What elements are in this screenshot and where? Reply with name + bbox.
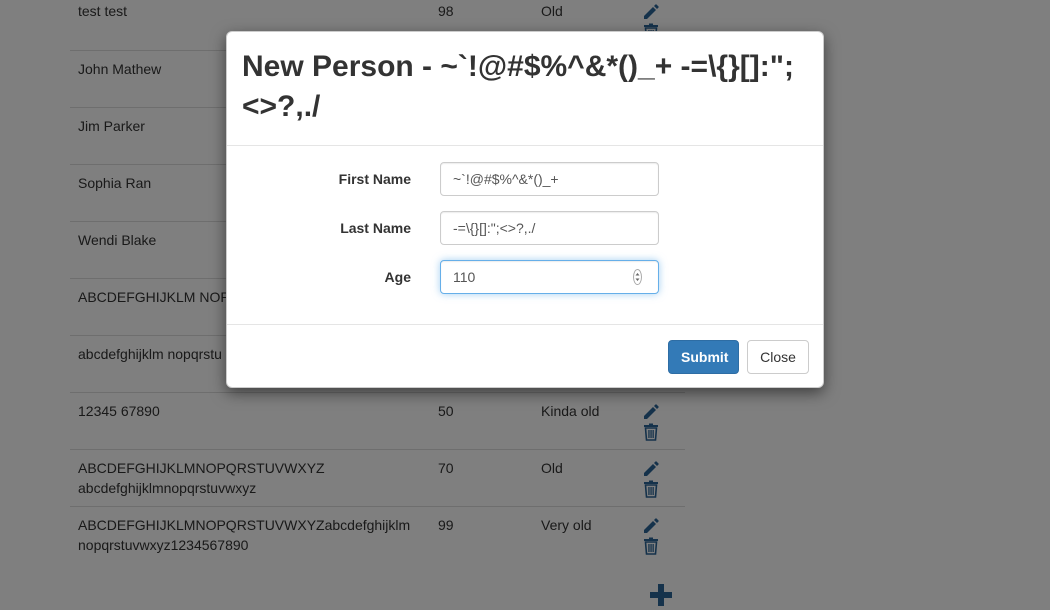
last-name-label: Last Name <box>340 220 411 236</box>
age-row: Age <box>227 260 823 294</box>
age-spinner-icon[interactable] <box>633 269 642 285</box>
age-label: Age <box>384 269 411 285</box>
page: test test98OldJohn MathewJim ParkerSophi… <box>0 0 1050 610</box>
modal-title: New Person - ~`!@#$%^&*()_+ -=\{}[]:"; <… <box>242 50 794 123</box>
new-person-modal: New Person - ~`!@#$%^&*()_+ -=\{}[]:"; <… <box>226 31 824 388</box>
modal-footer: Submit Close <box>227 324 823 387</box>
submit-button[interactable]: Submit <box>668 340 739 374</box>
close-button[interactable]: Close <box>747 340 809 374</box>
modal-header: New Person - ~`!@#$%^&*()_+ -=\{}[]:"; <… <box>227 32 823 146</box>
first-name-input[interactable] <box>440 162 659 196</box>
last-name-row: Last Name <box>227 211 823 245</box>
first-name-row: First Name <box>227 162 823 196</box>
first-name-label: First Name <box>338 171 411 187</box>
modal-body: First Name Last Name Age <box>227 147 823 323</box>
last-name-input[interactable] <box>440 211 659 245</box>
age-input[interactable] <box>440 260 659 294</box>
